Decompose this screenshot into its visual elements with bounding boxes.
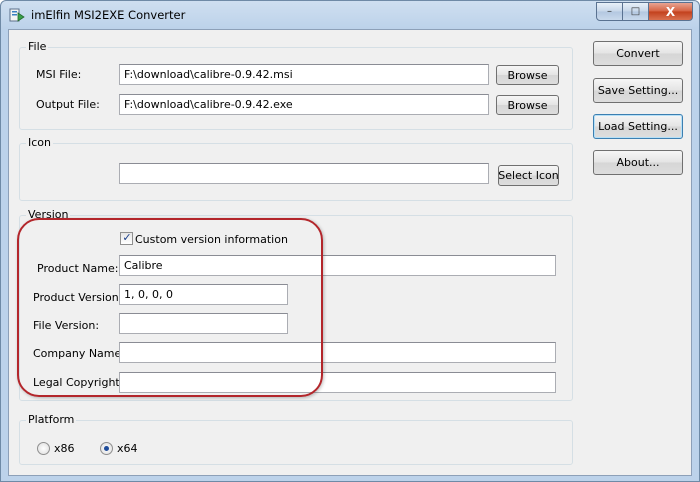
output-browse-button[interactable]: Browse — [496, 95, 559, 115]
convert-button[interactable]: Convert — [593, 41, 683, 66]
output-browse-label: Browse — [507, 98, 548, 112]
load-setting-label: Load Setting... — [598, 120, 678, 133]
msi-file-label: MSI File: — [36, 68, 82, 81]
select-icon-label: Select Icon — [498, 169, 559, 182]
title-bar[interactable]: imElfin MSI2EXE Converter – □ X — [1, 1, 699, 29]
window-title: imElfin MSI2EXE Converter — [31, 8, 186, 22]
output-file-label: Output File: — [36, 98, 100, 111]
output-file-input[interactable]: F:\download\calibre-0.9.42.exe — [119, 94, 489, 115]
maximize-icon: □ — [630, 6, 641, 17]
icon-group: Icon Select Icon — [19, 136, 573, 201]
convert-label: Convert — [616, 47, 660, 60]
maximize-button[interactable]: □ — [623, 2, 649, 21]
file-group: File MSI File: F:\download\calibre-0.9.4… — [19, 40, 573, 130]
about-label: About... — [616, 156, 660, 169]
select-icon-button[interactable]: Select Icon — [498, 165, 559, 186]
load-setting-button[interactable]: Load Setting... — [593, 114, 683, 139]
minimize-icon: – — [607, 6, 612, 17]
close-button[interactable]: X — [649, 2, 693, 21]
minimize-button[interactable]: – — [596, 2, 623, 21]
highlight-annotation — [17, 218, 323, 397]
save-setting-button[interactable]: Save Setting... — [593, 78, 683, 103]
msi-browse-label: Browse — [507, 68, 548, 82]
x64-label[interactable]: x64 — [117, 442, 138, 455]
file-group-label: File — [26, 40, 49, 53]
platform-group: Platform x86 x64 — [19, 413, 573, 465]
client-area: File MSI File: F:\download\calibre-0.9.4… — [8, 29, 692, 476]
msi-browse-button[interactable]: Browse — [496, 65, 559, 85]
save-setting-label: Save Setting... — [597, 84, 679, 97]
x86-label[interactable]: x86 — [54, 442, 75, 455]
about-button[interactable]: About... — [593, 150, 683, 175]
msi-file-input[interactable]: F:\download\calibre-0.9.42.msi — [119, 64, 489, 85]
close-icon: X — [665, 4, 676, 19]
platform-group-label: Platform — [26, 413, 77, 426]
x64-radio[interactable] — [100, 442, 113, 455]
radio-selected-dot — [104, 446, 109, 451]
icon-path-input[interactable] — [119, 163, 489, 184]
app-window: imElfin MSI2EXE Converter – □ X File MSI… — [0, 0, 700, 482]
icon-group-label: Icon — [26, 136, 53, 149]
app-icon — [9, 8, 25, 22]
x86-radio[interactable] — [37, 442, 50, 455]
